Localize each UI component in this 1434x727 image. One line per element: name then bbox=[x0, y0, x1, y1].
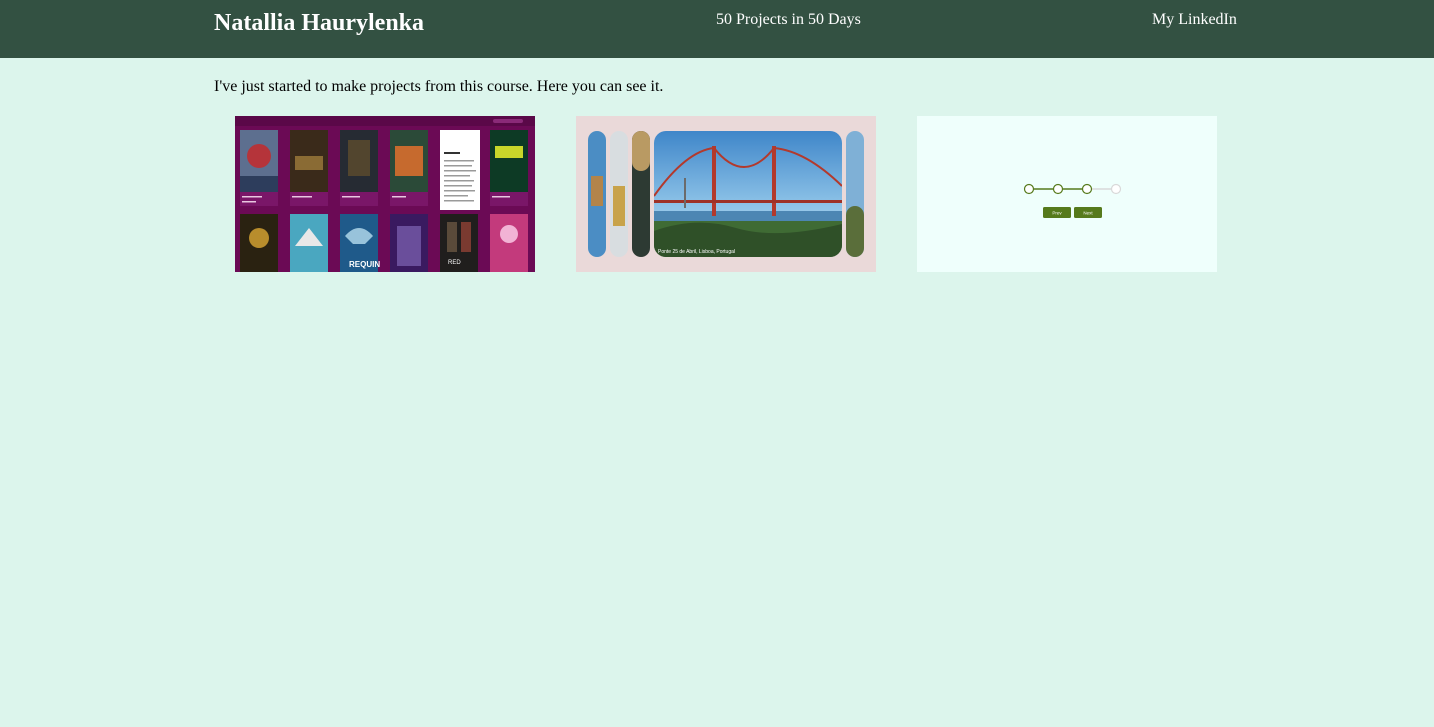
svg-text:RED: RED bbox=[448, 260, 461, 266]
svg-text:REQUIN: REQUIN bbox=[349, 260, 380, 269]
intro-text: I've just started to make projects from … bbox=[214, 78, 664, 95]
project-card-movie-app[interactable]: REQUIN RED bbox=[235, 116, 535, 272]
nav-link-linkedin[interactable]: My LinkedIn bbox=[1152, 11, 1237, 29]
movie-app-thumbnail: REQUIN RED bbox=[235, 116, 535, 272]
site-title: Natallia Haurylenka bbox=[214, 10, 425, 36]
project-card-progress-steps[interactable]: Prev Next bbox=[917, 116, 1217, 272]
prev-button-label: Prev bbox=[1052, 211, 1062, 216]
expanding-cards-thumbnail: Ponte 25 de Abril, Lisboa, Portugal bbox=[588, 131, 864, 257]
next-button-label: Next bbox=[1083, 211, 1093, 216]
progress-steps-thumbnail: Prev Next bbox=[1023, 183, 1122, 218]
nav-link-projects[interactable]: 50 Projects in 50 Days bbox=[716, 11, 861, 29]
site-header: Natallia Haurylenka 50 Projects in 50 Da… bbox=[0, 0, 1434, 58]
project-card-expanding-cards[interactable]: Ponte 25 de Abril, Lisboa, Portugal bbox=[576, 116, 876, 272]
expanding-card-caption: Ponte 25 de Abril, Lisboa, Portugal bbox=[658, 249, 735, 255]
